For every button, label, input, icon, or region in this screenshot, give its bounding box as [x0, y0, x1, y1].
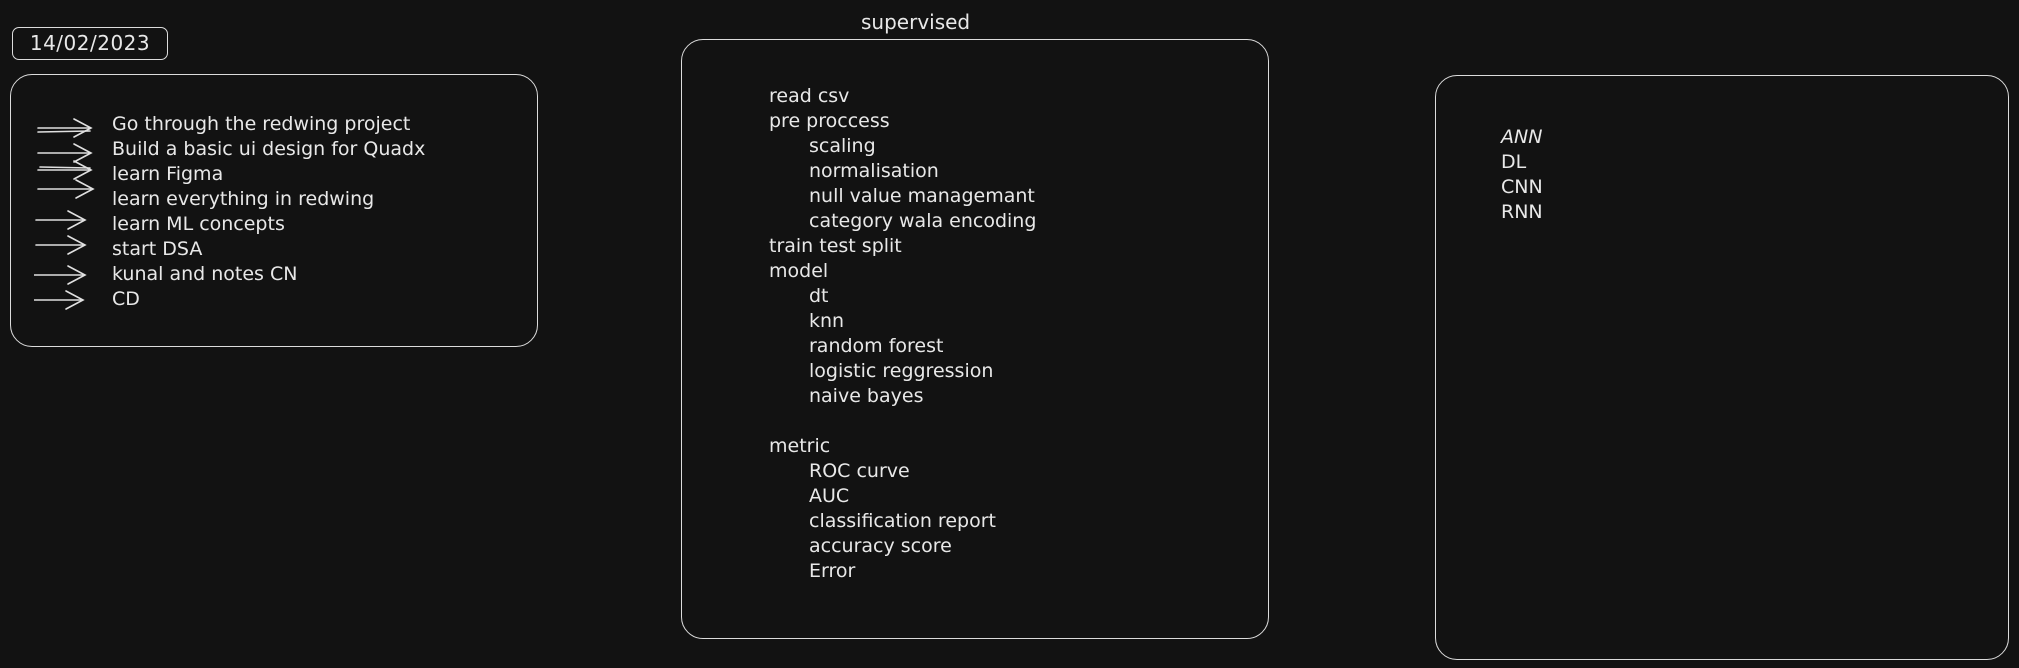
supervised-item[interactable]: metric	[769, 434, 1036, 459]
todo-item[interactable]: CD	[112, 287, 425, 312]
supervised-subitem[interactable]: category wala encoding	[769, 209, 1036, 234]
supervised-subitem[interactable]: dt	[769, 284, 1036, 309]
arrow-icon	[37, 160, 93, 180]
supervised-subitem[interactable]: scaling	[769, 134, 1036, 159]
todo-item[interactable]: start DSA	[112, 237, 425, 262]
supervised-subitem[interactable]: random forest	[769, 334, 1036, 359]
supervised-subitem[interactable]: knn	[769, 309, 1036, 334]
arrow-icon	[37, 118, 93, 138]
todo-item[interactable]: Go through the redwing project	[112, 112, 425, 137]
date-label[interactable]: 14/02/2023	[12, 27, 168, 60]
supervised-subitem[interactable]: Error	[769, 559, 1036, 584]
arrow-icon	[37, 143, 93, 163]
todo-list: Go through the redwing project Build a b…	[112, 112, 425, 312]
supervised-subitem[interactable]: naive bayes	[769, 384, 1036, 409]
todo-item[interactable]: learn Figma	[112, 162, 425, 187]
supervised-subitem[interactable]: logistic reggression	[769, 359, 1036, 384]
supervised-subitem[interactable]: null value managemant	[769, 184, 1036, 209]
supervised-item[interactable]: pre proccess	[769, 109, 1036, 134]
supervised-item[interactable]: train test split	[769, 234, 1036, 259]
supervised-item[interactable]: model	[769, 259, 1036, 284]
deep-learning-item[interactable]: ANN	[1501, 125, 1543, 150]
arrow-icons	[34, 118, 95, 310]
arrow-icon	[37, 179, 95, 199]
arrow-icon	[35, 235, 87, 255]
deep-learning-item[interactable]: CNN	[1501, 175, 1543, 200]
deep-learning-item[interactable]: DL	[1501, 150, 1543, 175]
arrow-column	[34, 116, 96, 311]
deep-learning-item[interactable]: RNN	[1501, 200, 1543, 225]
todo-item[interactable]: learn everything in redwing	[112, 187, 425, 212]
supervised-subitem[interactable]: ROC curve	[769, 459, 1036, 484]
arrow-icon	[34, 290, 85, 310]
supervised-title[interactable]: supervised	[861, 9, 970, 35]
supervised-subitem[interactable]: classification report	[769, 509, 1036, 534]
arrow-icon	[35, 210, 87, 230]
todo-item[interactable]: learn ML concepts	[112, 212, 425, 237]
deep-learning-list: ANN DL CNN RNN	[1501, 125, 1543, 225]
supervised-subitem[interactable]: AUC	[769, 484, 1036, 509]
supervised-item[interactable]: read csv	[769, 84, 1036, 109]
arrow-icon	[34, 265, 87, 285]
supervised-subitem[interactable]: accuracy score	[769, 534, 1036, 559]
todo-item[interactable]: Build a basic ui design for Quadx	[112, 137, 425, 162]
supervised-subitem[interactable]: normalisation	[769, 159, 1036, 184]
todo-item[interactable]: kunal and notes CN	[112, 262, 425, 287]
supervised-list: read csv pre proccess scaling normalisat…	[769, 84, 1036, 584]
supervised-spacer	[769, 409, 1036, 434]
